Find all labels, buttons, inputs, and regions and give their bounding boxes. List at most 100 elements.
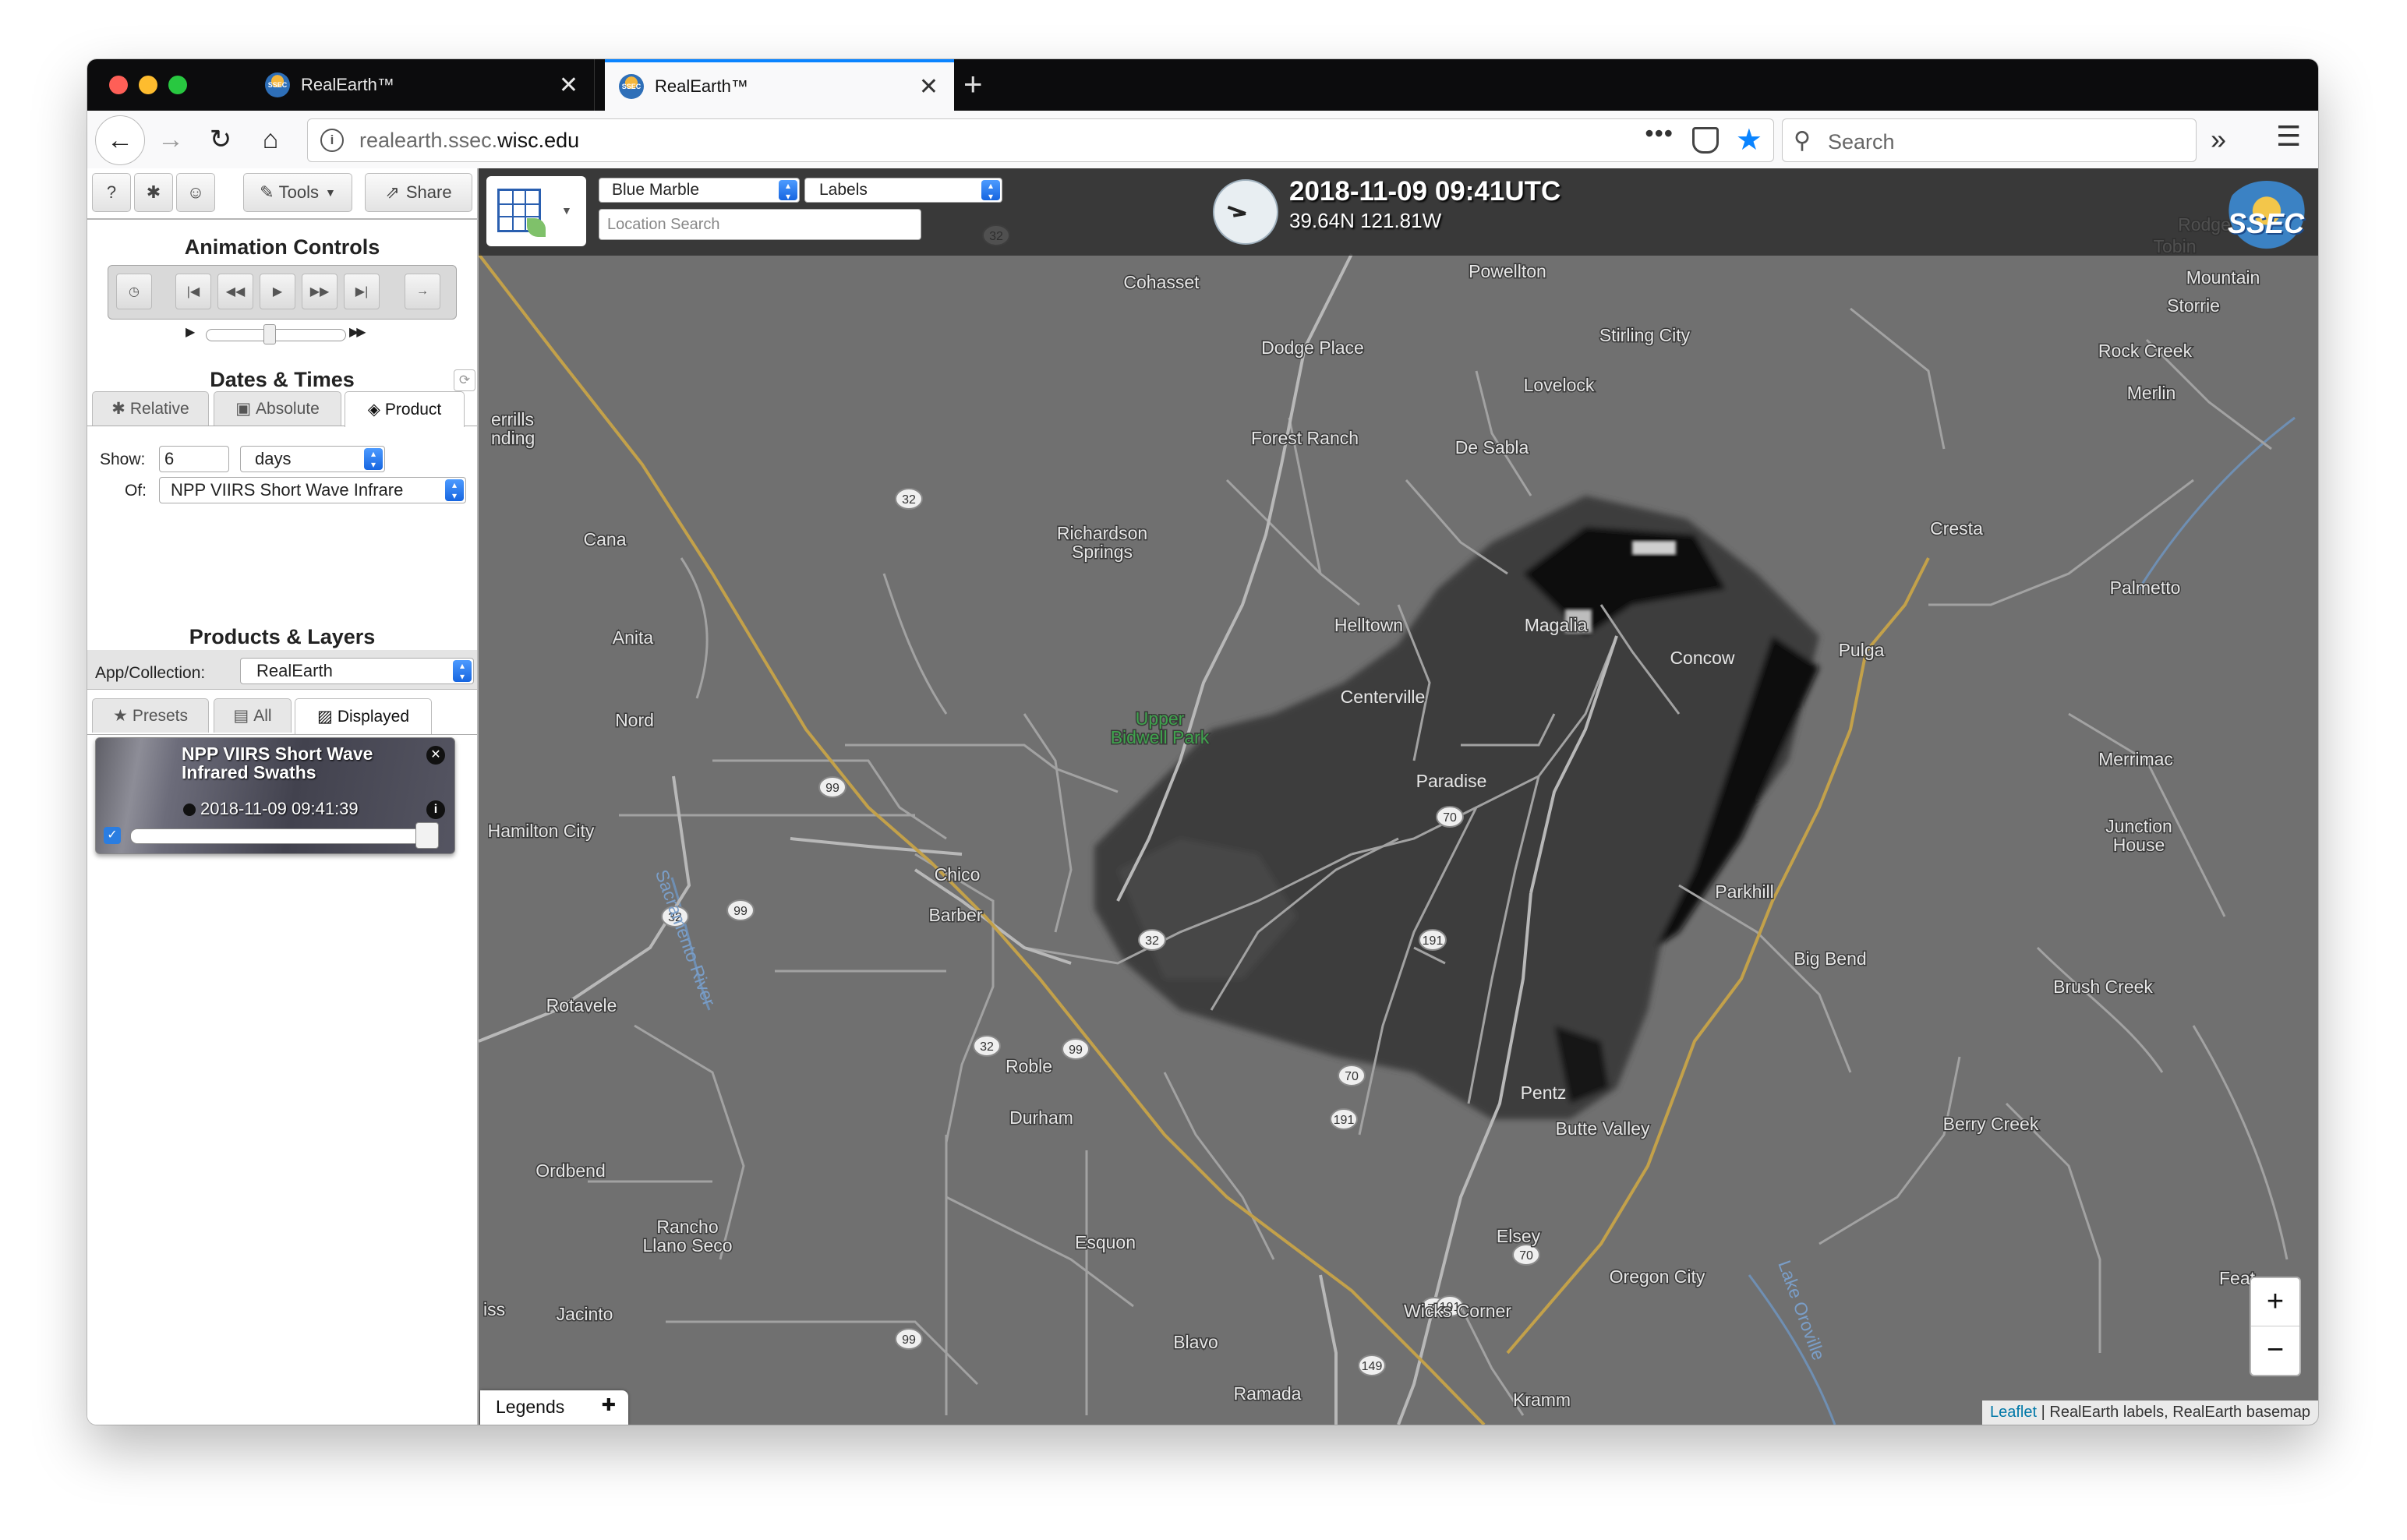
map-view[interactable]: 3232323232329999999999457070707019119119… [479, 168, 2318, 1425]
layers-icon: ▤ [233, 707, 249, 725]
opacity-slider-handle[interactable] [415, 822, 439, 849]
reload-button[interactable]: ↻ [203, 122, 239, 157]
place-label: Paradise [1416, 771, 1487, 791]
chevron-down-icon: ▼ [324, 186, 336, 199]
zoom-control: + − [2250, 1277, 2301, 1376]
pocket-icon[interactable] [1692, 127, 1719, 154]
site-info-icon[interactable]: i [320, 129, 344, 152]
tools-button[interactable]: ✎ Tools ▼ [243, 173, 352, 212]
step-forward-button[interactable]: ▶▶ [302, 274, 338, 309]
pin-icon: ✚ [601, 1395, 616, 1415]
attribution-text: | RealEarth labels, RealEarth basemap [2037, 1404, 2310, 1421]
forward-button[interactable]: → [153, 122, 189, 157]
ssec-favicon-icon: SSEC [265, 72, 290, 97]
basemap-select[interactable]: Blue Marble ▴ ▾ [599, 178, 800, 203]
layer-card[interactable]: NPP VIIRS Short Wave Infrared Swaths ✕ 2… [95, 737, 455, 854]
speed-slider-track[interactable] [206, 329, 346, 341]
place-label: Esquon [1075, 1232, 1136, 1252]
tools-label: Tools [278, 182, 319, 202]
browser-tab-2-active[interactable]: SSEC RealEarth™ ✕ [605, 59, 954, 111]
search-box[interactable]: ⚲ Search [1782, 118, 2197, 162]
layer-info-icon[interactable]: i [426, 800, 445, 819]
place-label: Durham [1009, 1107, 1073, 1128]
bookmark-star-icon[interactable]: ★ [1736, 122, 1762, 157]
app-collection-select[interactable]: RealEarth ▴ ▾ [240, 658, 474, 684]
show-count-stepper[interactable]: 6 [159, 446, 229, 472]
overflow-menu-button[interactable]: » [2211, 123, 2226, 156]
dates-tabs: ✱ Relative ▣ Absolute ◈ Product [87, 388, 477, 427]
url-text[interactable]: realearth.ssec.wisc.edu [359, 129, 579, 153]
tab-product[interactable]: ◈ Product [345, 391, 465, 427]
highway-shield-icon: 191 [1330, 1108, 1358, 1130]
new-tab-button[interactable]: + [963, 65, 983, 103]
clock-button[interactable]: ◷ [116, 274, 152, 309]
place-label: Nord [615, 710, 654, 730]
labels-select[interactable]: Labels ▴ ▾ [804, 178, 1002, 203]
layer-opacity-slider[interactable] [130, 828, 436, 844]
zoom-out-button[interactable]: − [2251, 1326, 2299, 1374]
step-back-button[interactable]: ◀◀ [217, 274, 253, 309]
layer-remove-icon[interactable]: ✕ [426, 746, 445, 765]
place-label: Concow [1670, 648, 1734, 668]
place-label: Hamilton City [488, 821, 595, 841]
zoom-in-button[interactable]: + [2251, 1278, 2299, 1326]
svg-text:99: 99 [902, 1333, 916, 1347]
products-tabs: ★ Presets ▤ All ▨ Displayed [87, 695, 477, 735]
image-icon: ▨ [316, 708, 333, 726]
share-button[interactable]: ⇗ Share [365, 173, 472, 212]
tab-displayed[interactable]: ▨ Displayed [295, 698, 432, 734]
first-frame-button[interactable]: |◀ [175, 274, 211, 309]
place-label: Rotavele [546, 995, 617, 1015]
layer-time: 2018-11-09 09:41:39 [200, 799, 359, 818]
product-select[interactable]: NPP VIIRS Short Wave Infrare ▴ ▾ [159, 477, 466, 503]
place-label: Elsey [1497, 1226, 1541, 1246]
basemap-svg[interactable]: 3232323232329999999999457070707019119119… [479, 168, 2318, 1425]
help-button[interactable]: ? [92, 173, 131, 212]
layer-visibility-checkbox[interactable]: ✓ [104, 827, 121, 844]
place-label: Palmetto [2110, 578, 2181, 598]
place-label: Anita [613, 627, 654, 648]
zoom-window-button[interactable] [168, 76, 187, 94]
highway-shield-icon: 32 [1138, 929, 1166, 951]
speed-slow-icon: ▶ [186, 326, 196, 339]
leaflet-link[interactable]: Leaflet [1990, 1404, 2037, 1421]
speed-slider-handle[interactable] [263, 324, 276, 344]
browser-tab-1[interactable]: SSEC RealEarth™ ✕ [251, 59, 595, 111]
play-button[interactable]: ▶ [260, 274, 295, 309]
back-button[interactable]: ← [95, 115, 145, 165]
tab-close-icon[interactable]: ✕ [559, 72, 578, 99]
page-actions-icon[interactable]: ••• [1645, 119, 1674, 148]
tab-close-icon[interactable]: ✕ [919, 73, 938, 101]
place-label: Roble [1006, 1056, 1052, 1076]
svg-text:191: 191 [1423, 934, 1444, 948]
tab-presets[interactable]: ★ Presets [92, 698, 209, 733]
address-bar[interactable]: i realearth.ssec.wisc.edu ••• ★ [307, 118, 1774, 162]
main-menu-button[interactable]: ☰ [2276, 120, 2301, 153]
tab-all[interactable]: ▤ All [214, 698, 292, 733]
close-window-button[interactable] [109, 76, 128, 94]
chevron-updown-icon: ▴ ▾ [453, 660, 472, 682]
search-icon: ⚲ [1794, 128, 1811, 154]
highway-shield-icon: 99 [726, 899, 755, 921]
place-label: Junction House [2105, 816, 2172, 855]
ssec-logo[interactable]: SSEC [2223, 181, 2310, 256]
place-label: Dodge Place [1261, 337, 1364, 358]
place-label: Merrimac [2098, 749, 2173, 769]
minimize-window-button[interactable] [139, 76, 157, 94]
layer-grid-button[interactable]: ▼ [486, 176, 586, 246]
tab-absolute[interactable]: ▣ Absolute [214, 391, 341, 426]
show-unit-select[interactable]: days ▴ ▾ [240, 446, 385, 472]
last-frame-button[interactable]: ▶| [344, 274, 380, 309]
legends-button[interactable]: Legends ✚ [480, 1390, 628, 1425]
location-search-input[interactable]: Location Search [599, 209, 921, 240]
settings-button[interactable]: ✱ [134, 173, 173, 212]
place-label: errills nding [491, 409, 535, 448]
loop-button[interactable]: → [405, 274, 440, 309]
place-label: Berry Creek [1943, 1114, 2039, 1134]
user-button[interactable]: ☺ [176, 173, 215, 212]
tab-relative[interactable]: ✱ Relative [92, 391, 209, 426]
svg-text:32: 32 [902, 493, 916, 507]
place-label: iss [483, 1299, 505, 1319]
place-label: Helltown [1334, 615, 1403, 635]
home-button[interactable]: ⌂ [253, 122, 288, 157]
